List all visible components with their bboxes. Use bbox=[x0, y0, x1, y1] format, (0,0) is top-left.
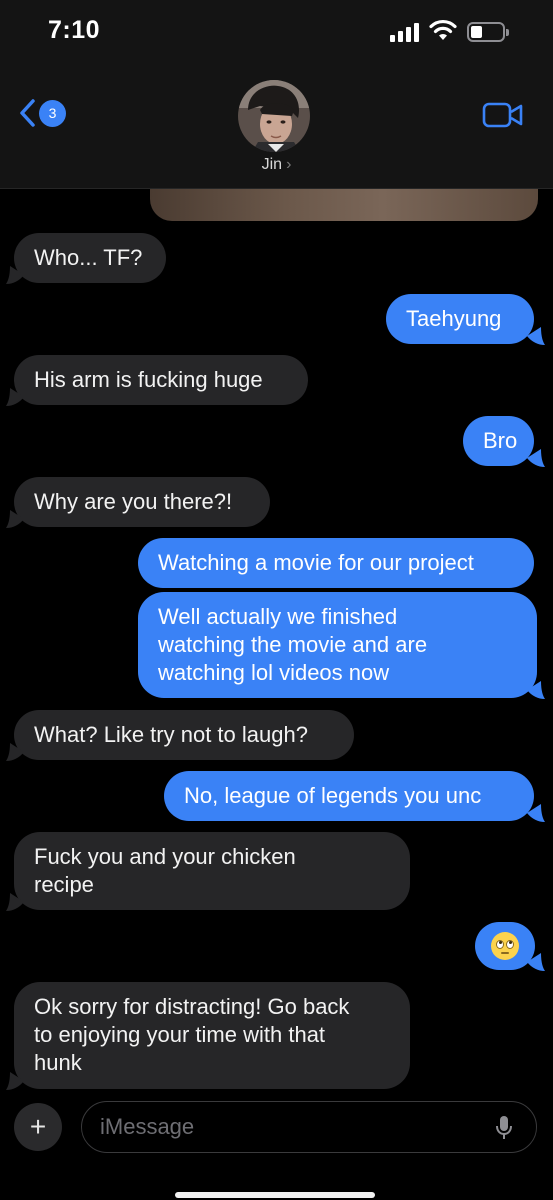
add-attachment-button[interactable]: + bbox=[14, 1103, 62, 1151]
bubble-tail bbox=[6, 266, 24, 284]
video-camera-icon[interactable] bbox=[482, 100, 524, 130]
battery-icon bbox=[467, 22, 509, 42]
bubble-tail bbox=[6, 510, 24, 528]
status-time: 7:10 bbox=[48, 16, 101, 44]
bubble-tail bbox=[527, 953, 545, 971]
bubble-tail bbox=[527, 681, 545, 699]
bubble-tail bbox=[527, 327, 545, 345]
message-input[interactable] bbox=[100, 1102, 480, 1151]
rolling-eyes-emoji-icon bbox=[491, 932, 519, 960]
message-outgoing-emoji[interactable] bbox=[475, 922, 535, 970]
contact-avatar[interactable] bbox=[238, 80, 310, 152]
back-button[interactable]: 3 bbox=[18, 98, 66, 128]
bubble-tail bbox=[6, 1072, 24, 1090]
unread-badge: 3 bbox=[39, 99, 66, 127]
chevron-right-icon: › bbox=[286, 156, 292, 173]
conversation-header: 7:10 3 Jin › bbox=[0, 0, 553, 189]
photo-attachment[interactable] bbox=[150, 189, 538, 221]
bubble-tail bbox=[6, 743, 24, 761]
message-outgoing[interactable]: Well actually we finished watching the m… bbox=[138, 592, 537, 698]
bubble-tail bbox=[6, 388, 24, 406]
message-outgoing[interactable]: Watching a movie for our project bbox=[138, 538, 534, 588]
message-outgoing[interactable]: No, league of legends you unc bbox=[164, 771, 534, 821]
message-input-container bbox=[81, 1101, 537, 1153]
chevron-left-icon bbox=[20, 99, 35, 127]
message-incoming[interactable]: What? Like try not to laugh? bbox=[14, 710, 354, 760]
message-incoming[interactable]: His arm is fucking huge bbox=[14, 355, 308, 405]
cellular-signal-icon bbox=[390, 22, 419, 42]
bubble-tail bbox=[527, 449, 545, 467]
message-outgoing[interactable]: Bro bbox=[463, 416, 534, 466]
message-incoming[interactable]: Fuck you and your chicken recipe bbox=[14, 832, 410, 910]
message-incoming[interactable]: Ok sorry for distracting! Go back to enj… bbox=[14, 982, 410, 1089]
wifi-icon bbox=[429, 19, 457, 40]
contact-name[interactable]: Jin › bbox=[0, 156, 553, 174]
bubble-tail bbox=[6, 893, 24, 911]
message-incoming[interactable]: Who... TF? bbox=[14, 233, 166, 283]
microphone-icon[interactable] bbox=[496, 1115, 512, 1141]
message-incoming[interactable]: Why are you there?! bbox=[14, 477, 270, 527]
home-indicator bbox=[175, 1192, 375, 1198]
message-outgoing[interactable]: Taehyung bbox=[386, 294, 534, 344]
bubble-tail bbox=[527, 804, 545, 822]
